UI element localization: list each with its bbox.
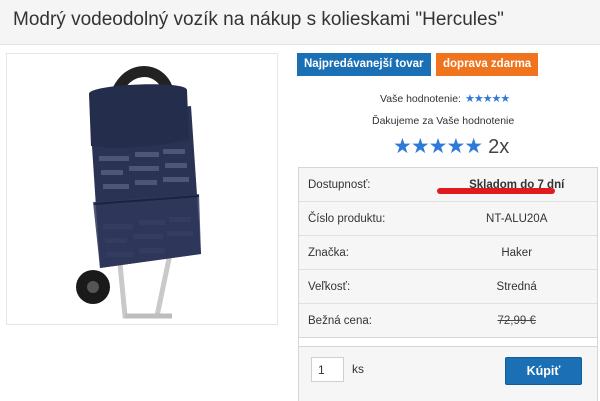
- param-label: Číslo produktu:: [298, 201, 436, 236]
- param-label: Bežná cena:: [298, 303, 436, 338]
- product-params-table: Dostupnosť: Skladom do 7 dní Číslo produ…: [298, 167, 598, 372]
- param-value: Haker: [435, 235, 598, 270]
- bestseller-badge: Najpredávanejší tovar: [297, 53, 431, 76]
- param-label: Dostupnosť:: [298, 167, 436, 202]
- product-image[interactable]: [6, 53, 278, 325]
- param-value: NT-ALU20A: [435, 201, 598, 236]
- table-row: Číslo produktu: NT-ALU20A: [298, 201, 598, 236]
- quantity-unit: ks: [352, 362, 364, 376]
- param-value: 72,99 €: [435, 303, 598, 338]
- rating-count: 2x: [488, 135, 510, 158]
- average-rating-stars-icon: ★★★★★: [393, 135, 483, 158]
- user-rating-label: Vaše hodnotenie:: [380, 92, 461, 105]
- red-highlight-underline: [437, 188, 555, 194]
- param-value: Skladom do 7 dní: [435, 167, 598, 202]
- shopping-trolley-bag-image: [76, 66, 201, 319]
- table-row: Veľkosť: Stredná: [298, 269, 598, 304]
- user-rating: Vaše hodnotenie: ★★★★★: [380, 92, 510, 106]
- table-row: Bežná cena: 72,99 €: [298, 303, 598, 338]
- user-rating-stars-icon[interactable]: ★★★★★: [465, 92, 510, 105]
- param-label: Veľkosť:: [298, 269, 436, 304]
- param-value: Stredná: [435, 269, 598, 304]
- table-row: Značka: Haker: [298, 235, 598, 270]
- table-row: Dostupnosť: Skladom do 7 dní: [298, 167, 598, 202]
- param-label: Značka:: [298, 235, 436, 270]
- quantity-input[interactable]: [311, 357, 344, 382]
- rating-thanks-text: Ďakujeme za Vaše hodnotenie: [372, 115, 515, 127]
- buy-button[interactable]: Kúpiť: [505, 357, 582, 385]
- title-bar: Modrý vodeodolný vozík na nákup s kolies…: [0, 0, 600, 45]
- free-shipping-badge: doprava zdarma: [436, 53, 539, 76]
- page-title: Modrý vodeodolný vozík na nákup s kolies…: [13, 9, 504, 30]
- regular-price: 72,99 €: [497, 314, 536, 327]
- average-rating: ★★★★★ 2x: [393, 135, 509, 159]
